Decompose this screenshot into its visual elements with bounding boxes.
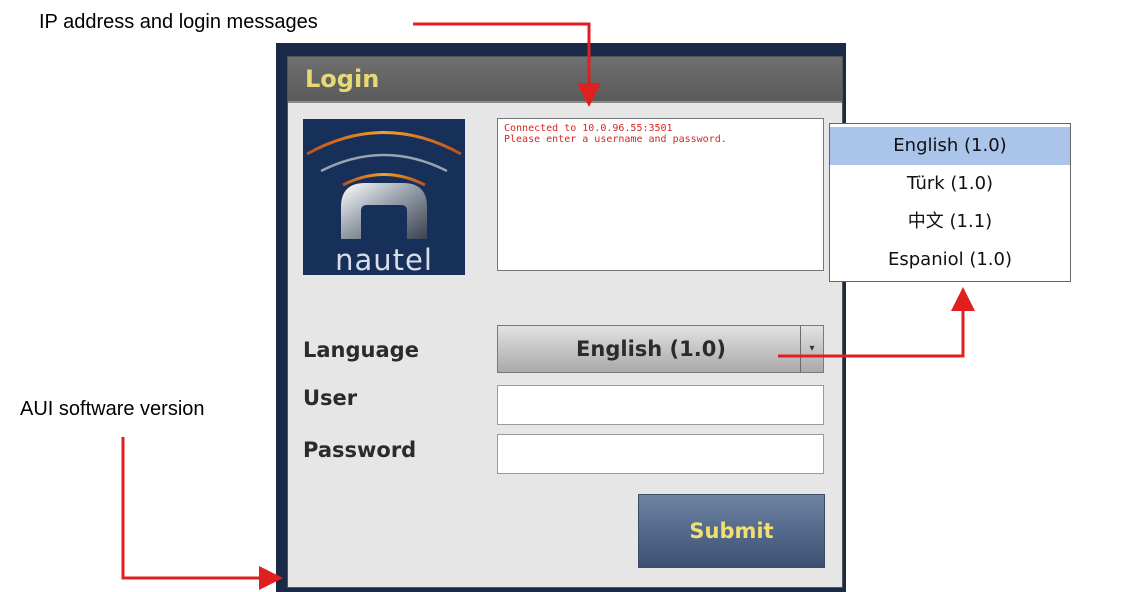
submit-button[interactable]: Submit bbox=[638, 494, 825, 568]
language-select-value: English (1.0) bbox=[576, 337, 726, 361]
language-option-chinese[interactable]: 中文 (1.1) bbox=[830, 203, 1070, 241]
password-input[interactable] bbox=[497, 434, 824, 474]
user-label: User bbox=[303, 386, 358, 410]
language-option-turkish[interactable]: Türk (1.0) bbox=[830, 165, 1070, 203]
arrow-aui bbox=[121, 437, 283, 590]
logo-wordmark: nautel bbox=[335, 243, 433, 275]
user-input[interactable] bbox=[497, 385, 824, 425]
callout-ip-messages: IP address and login messages bbox=[39, 11, 318, 33]
language-dropdown-list: English (1.0) Türk (1.0) 中文 (1.1) Espani… bbox=[829, 123, 1071, 282]
message-line: Connected to 10.0.96.55:3501 bbox=[504, 123, 673, 134]
callout-aui-version: AUI software version bbox=[20, 398, 205, 420]
language-select[interactable]: English (1.0) ▾ bbox=[497, 325, 824, 373]
nautel-logo: nautel bbox=[303, 119, 465, 275]
login-window: Login nautel Connected to 10.0.96.55:350… bbox=[287, 56, 843, 588]
chevron-down-icon[interactable]: ▾ bbox=[800, 326, 823, 372]
window-title: Login bbox=[305, 65, 380, 93]
message-line: Please enter a username and password. bbox=[504, 134, 727, 145]
message-box: Connected to 10.0.96.55:3501 Please ente… bbox=[497, 118, 824, 271]
language-option-spanish[interactable]: Espaniol (1.0) bbox=[830, 241, 1070, 279]
title-bar: Login bbox=[288, 57, 842, 103]
language-option-english[interactable]: English (1.0) bbox=[830, 127, 1070, 165]
password-label: Password bbox=[303, 438, 417, 462]
language-label: Language bbox=[303, 338, 419, 362]
